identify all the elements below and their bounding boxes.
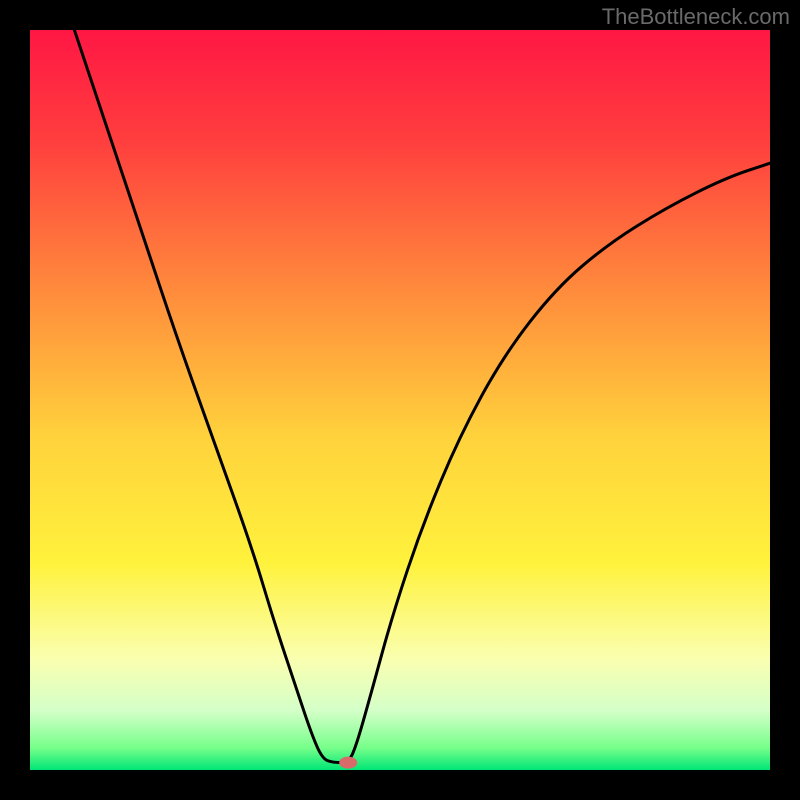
watermark-text: TheBottleneck.com (602, 4, 790, 30)
bottleneck-chart (0, 0, 800, 800)
chart-container: TheBottleneck.com (0, 0, 800, 800)
plot-background (30, 30, 770, 770)
minimum-marker (339, 757, 357, 769)
